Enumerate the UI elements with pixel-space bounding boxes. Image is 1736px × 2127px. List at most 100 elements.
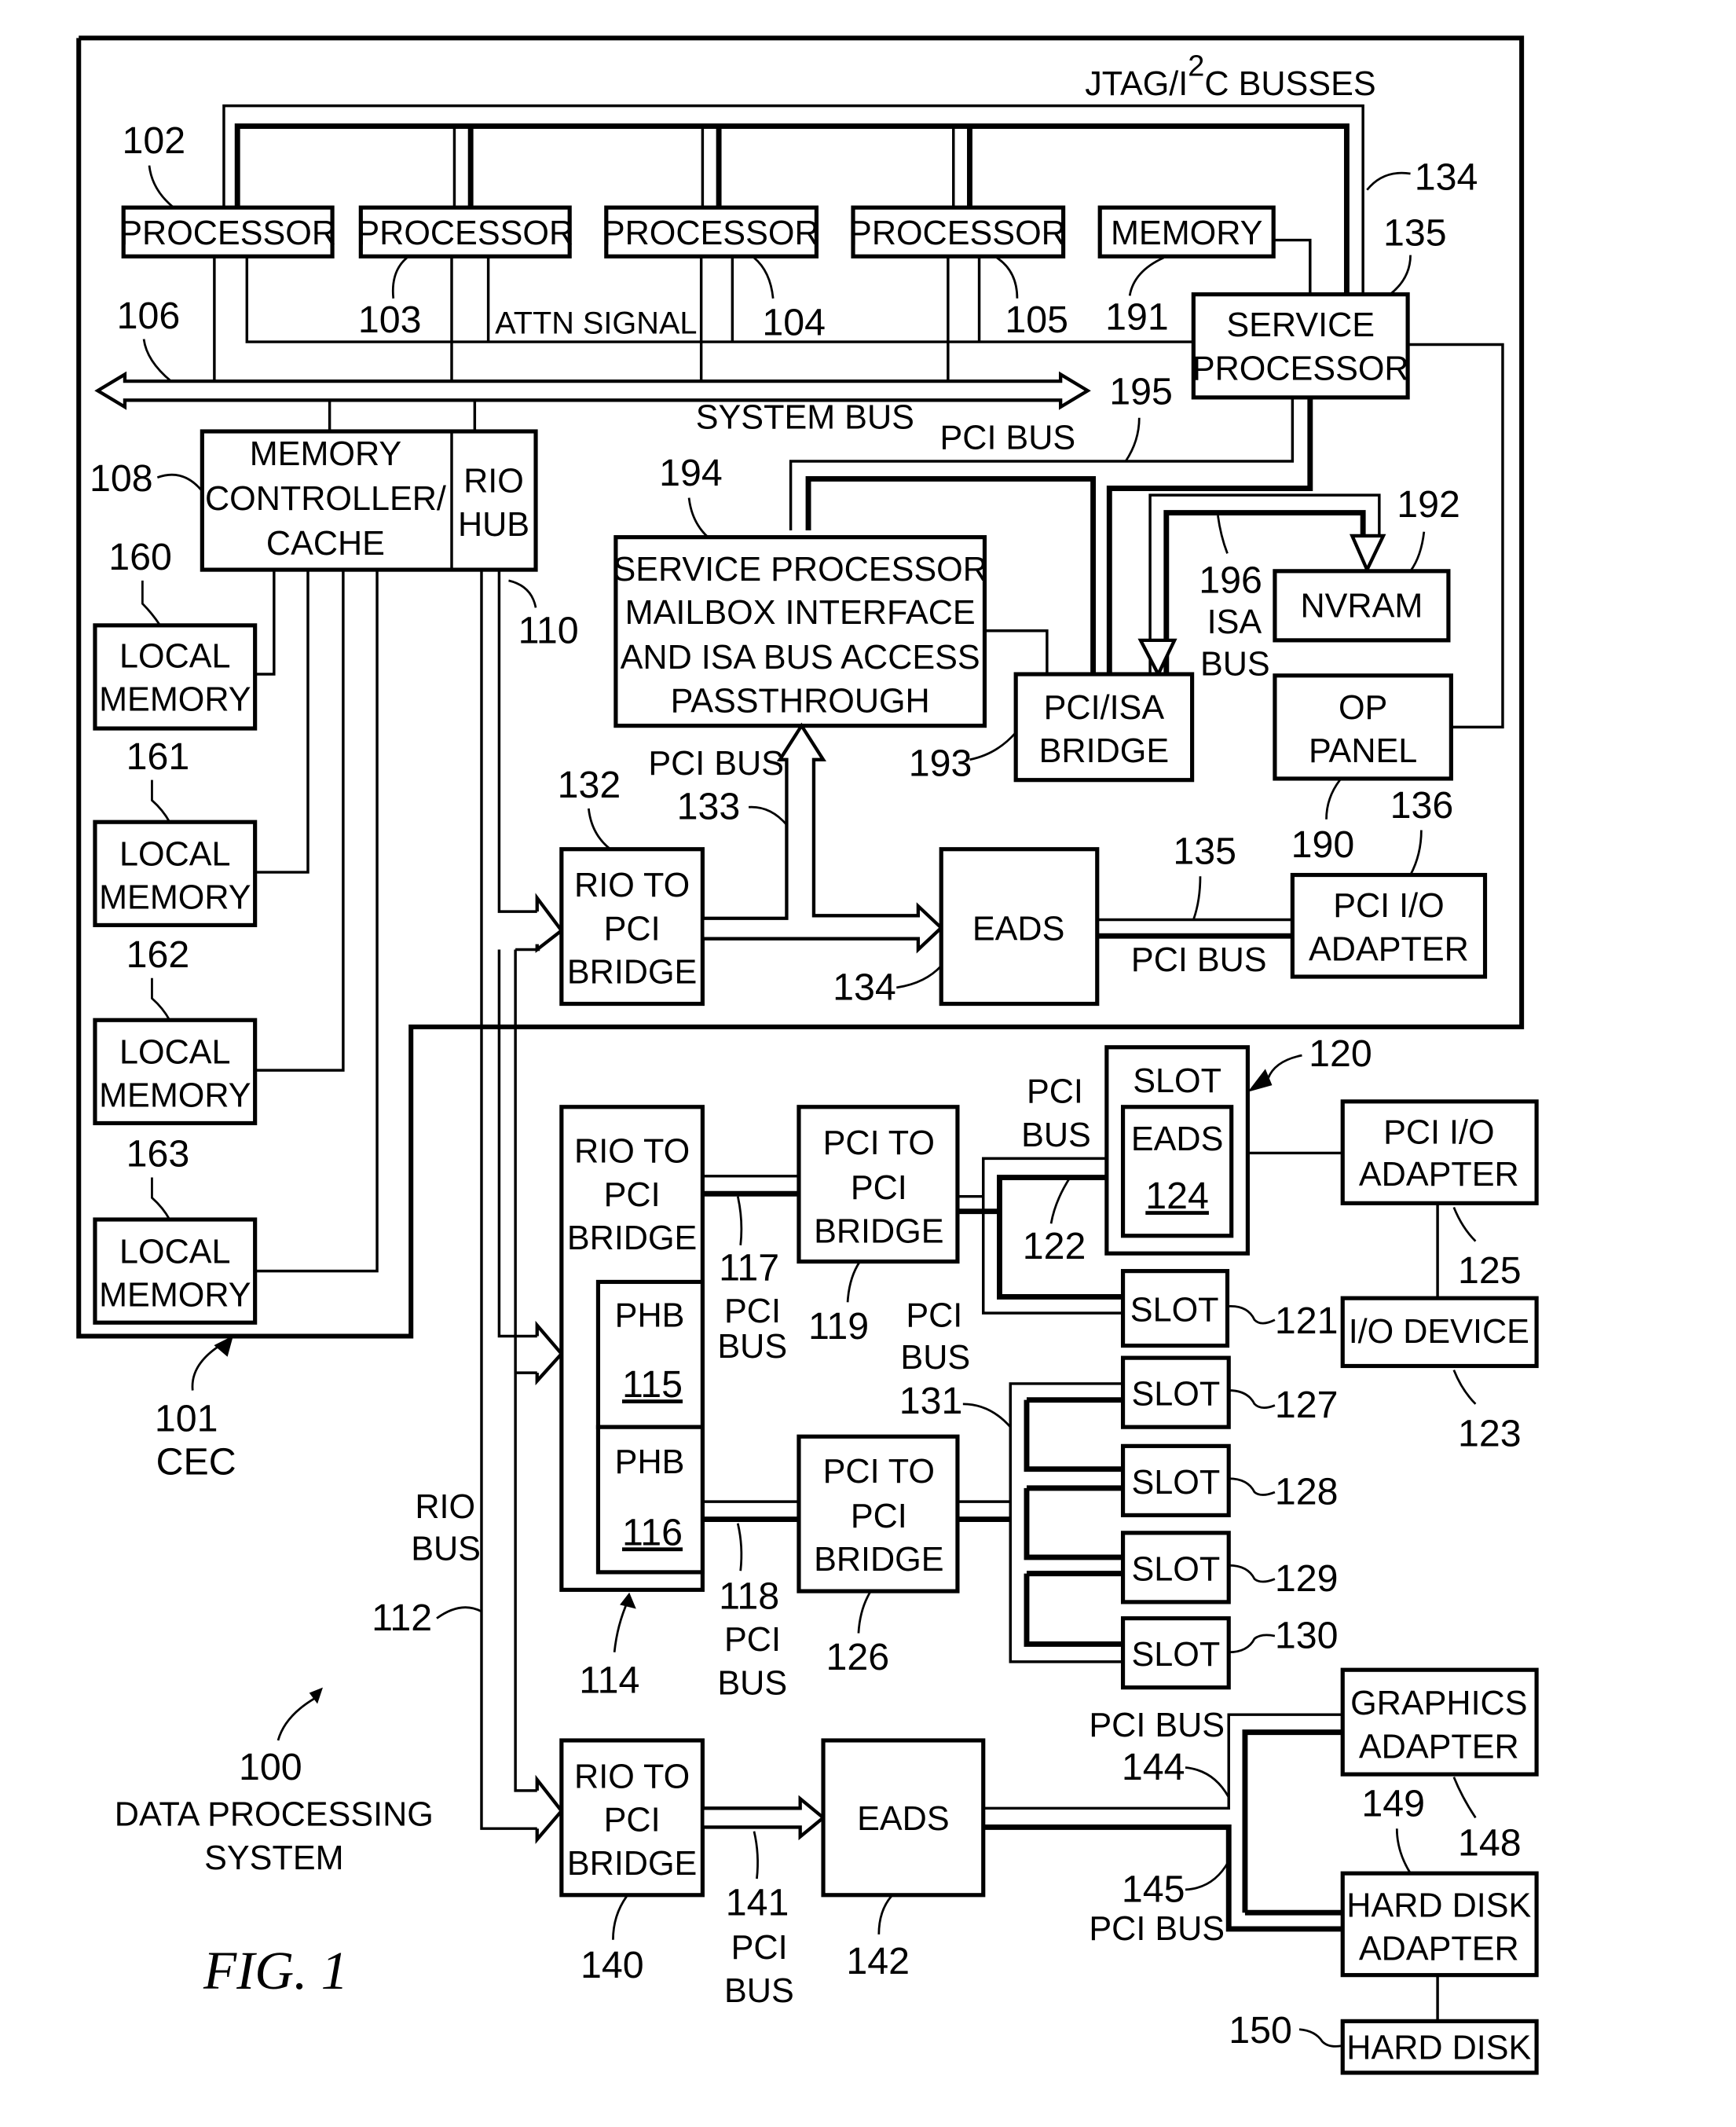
svg-text:SERVICE PROCESSOR: SERVICE PROCESSOR <box>613 551 987 589</box>
ref-195: 195 <box>1109 370 1173 413</box>
memory-controller-cache: MEMORY CONTROLLER/ CACHE <box>200 429 538 572</box>
ref-101: 101 <box>155 1397 218 1439</box>
ref-192: 192 <box>1397 483 1460 526</box>
svg-text:BRIDGE: BRIDGE <box>567 1845 697 1883</box>
svg-text:PANEL: PANEL <box>1309 732 1417 770</box>
ref-145: 145 <box>1122 1868 1185 1910</box>
processor-105: PROCESSOR <box>849 205 1066 259</box>
phb-116: PHB 116 <box>595 1425 705 1575</box>
svg-text:PCI: PCI <box>851 1169 907 1207</box>
svg-text:PASSTHROUGH: PASSTHROUGH <box>671 682 930 720</box>
slot-129: SLOT <box>1120 1531 1231 1604</box>
svg-text:115: 115 <box>622 1363 683 1406</box>
svg-text:HUB: HUB <box>458 506 529 544</box>
processor-102: PROCESSOR <box>119 205 336 259</box>
ref-150: 150 <box>1229 2009 1292 2052</box>
ref-142: 142 <box>846 1940 910 1982</box>
svg-text:GRAPHICS: GRAPHICS <box>1350 1685 1527 1722</box>
svg-text:PCI TO: PCI TO <box>823 1124 935 1162</box>
svg-text:HARD DISK: HARD DISK <box>1346 1887 1531 1924</box>
ref-127: 127 <box>1275 1384 1339 1426</box>
svg-text:ADAPTER: ADAPTER <box>1359 1156 1519 1194</box>
svg-text:CONTROLLER/: CONTROLLER/ <box>205 480 446 518</box>
slot-127: SLOT <box>1120 1355 1231 1429</box>
ref-110: 110 <box>518 609 579 651</box>
isa-bus-label: BUS <box>1200 646 1270 684</box>
system-label-2: SYSTEM <box>204 1839 343 1877</box>
svg-text:SLOT: SLOT <box>1130 1292 1219 1329</box>
local-memory-162: LOCAL MEMORY <box>93 1018 258 1126</box>
ref-194: 194 <box>659 452 723 494</box>
svg-text:PHB: PHB <box>615 1296 685 1334</box>
ref-193: 193 <box>909 743 972 785</box>
svg-text:BRIDGE: BRIDGE <box>814 1541 943 1579</box>
svg-text:PROCESSOR: PROCESSOR <box>849 215 1066 252</box>
local-memory-links <box>255 570 379 1273</box>
pci-bus-118-label-1: PCI <box>724 1621 781 1659</box>
rio-bus-label-2: BUS <box>411 1530 481 1568</box>
svg-text:LOCAL: LOCAL <box>119 835 231 873</box>
ref-118: 118 <box>719 1575 779 1618</box>
svg-text:OP: OP <box>1339 689 1387 727</box>
isa-label: ISA <box>1207 603 1262 641</box>
pci-bus-195-label: PCI BUS <box>939 419 1075 457</box>
ref-125: 125 <box>1458 1249 1522 1292</box>
svg-text:RIO TO: RIO TO <box>574 1758 690 1795</box>
svg-text:EADS: EADS <box>1131 1120 1224 1158</box>
ref-114: 114 <box>579 1659 639 1702</box>
ref-132: 132 <box>558 764 621 806</box>
svg-text:SLOT: SLOT <box>1132 1376 1221 1414</box>
svg-text:PCI/ISA: PCI/ISA <box>1044 689 1165 727</box>
pci-to-pci-bridge-126: PCI TO PCI BRIDGE <box>797 1434 960 1593</box>
pci-to-pci-bridge-119: PCI TO PCI BRIDGE <box>797 1105 960 1264</box>
pci-io-adapter-125: PCI I/O ADAPTER <box>1340 1099 1539 1205</box>
pci-bus-141-label-1: PCI <box>731 1929 788 1967</box>
pci-bus-131-label-1: PCI <box>906 1296 962 1334</box>
svg-text:ADAPTER: ADAPTER <box>1359 1728 1519 1766</box>
svg-text:PROCESSOR: PROCESSOR <box>1192 350 1409 387</box>
ref-160: 160 <box>108 536 172 578</box>
pci-bus-131-label-2: BUS <box>900 1339 970 1377</box>
ref-134-eads: 134 <box>833 966 896 1008</box>
io-device-123: I/O DEVICE <box>1340 1296 1539 1369</box>
svg-text:116: 116 <box>622 1511 683 1553</box>
local-memory-160: LOCAL MEMORY <box>93 623 258 731</box>
svg-text:MAILBOX INTERFACE: MAILBOX INTERFACE <box>625 594 976 632</box>
svg-text:BRIDGE: BRIDGE <box>1039 732 1169 770</box>
svg-text:BRIDGE: BRIDGE <box>814 1212 943 1250</box>
svg-text:BRIDGE: BRIDGE <box>567 1219 697 1257</box>
ref-141: 141 <box>726 1882 789 1924</box>
system-label-1: DATA PROCESSING <box>115 1796 434 1834</box>
ref-190: 190 <box>1291 823 1355 866</box>
ref-100: 100 <box>239 1746 302 1788</box>
svg-text:SERVICE: SERVICE <box>1226 306 1375 344</box>
attn-signal-label: ATTN SIGNAL <box>495 306 697 341</box>
pci-bus-141-label-2: BUS <box>724 1972 794 2010</box>
ref-148: 148 <box>1458 1822 1522 1865</box>
pci-bus-133-label: PCI BUS <box>648 745 784 783</box>
ref-134-jtag: 134 <box>1415 156 1478 199</box>
pci-bus-118-label-2: BUS <box>717 1664 787 1702</box>
jtag-label: JTAG/I2C BUSSES <box>1085 50 1375 103</box>
svg-text:PCI: PCI <box>604 1802 661 1839</box>
svg-text:EADS: EADS <box>972 910 1065 948</box>
pci-io-adapter-136: PCI I/O ADAPTER <box>1290 872 1488 979</box>
svg-text:I/O DEVICE: I/O DEVICE <box>1349 1313 1529 1351</box>
slot-121: SLOT <box>1120 1269 1230 1348</box>
ref-191: 191 <box>1105 296 1169 339</box>
svg-text:CACHE: CACHE <box>266 525 385 563</box>
op-panel: OP PANEL <box>1273 673 1453 781</box>
pci-bus-117-label-1: PCI <box>724 1293 781 1330</box>
svg-text:MEMORY: MEMORY <box>99 879 251 917</box>
ref-136: 136 <box>1390 784 1454 827</box>
ref-104: 104 <box>762 301 826 343</box>
ref-130: 130 <box>1275 1615 1339 1657</box>
ref-122: 122 <box>1023 1225 1086 1267</box>
figure-caption: FIG. 1 <box>203 1940 348 2000</box>
ref-128: 128 <box>1275 1471 1339 1513</box>
processor-104: PROCESSOR <box>602 205 819 259</box>
ref-102: 102 <box>122 119 185 162</box>
slot-128: SLOT <box>1120 1443 1231 1517</box>
ref-117: 117 <box>719 1247 779 1289</box>
ref-106: 106 <box>117 295 181 337</box>
